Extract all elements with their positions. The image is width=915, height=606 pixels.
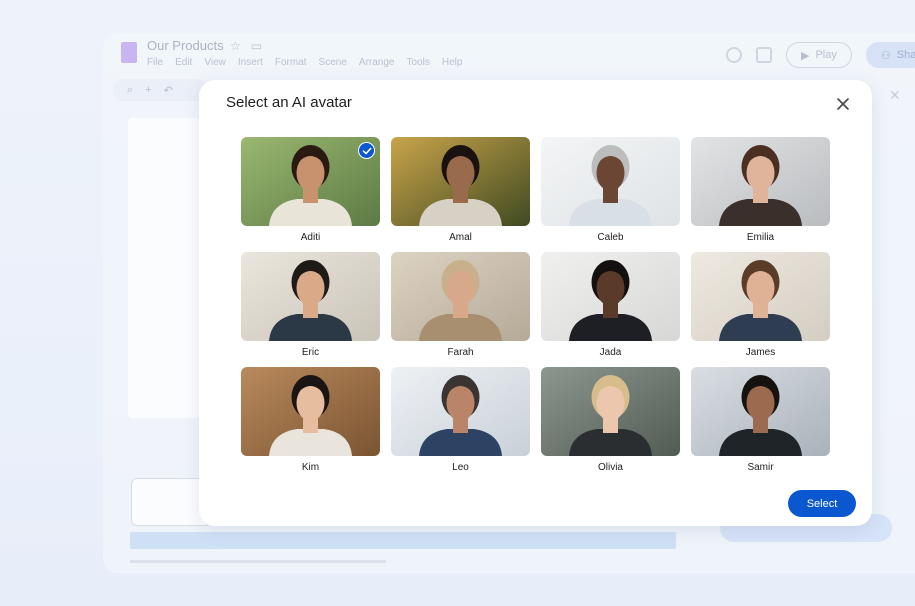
avatar-tile-jada[interactable]: Jada (541, 252, 680, 367)
avatar-name: Eric (301, 347, 320, 358)
add-icon: + (145, 84, 152, 96)
selected-check-icon (358, 142, 375, 159)
avatar-name: Leo (452, 462, 469, 473)
avatar-tile-samir[interactable]: Samir (691, 367, 830, 482)
avatar-name: Caleb (597, 232, 624, 243)
avatar-name: Farah (447, 347, 474, 358)
avatar-photo (541, 252, 680, 341)
edit-toolbar: ⌕ + ↶ (113, 79, 208, 101)
avatar-tile-emilia[interactable]: Emilia (691, 137, 830, 252)
menu-item: Edit (175, 57, 193, 68)
menu-item: Arrange (358, 57, 395, 68)
undo-icon: ↶ (163, 84, 173, 97)
scene-canvas (128, 118, 203, 418)
avatar-name: Kim (301, 462, 320, 473)
avatar-photo (541, 367, 680, 456)
avatar-name: Olivia (597, 462, 623, 473)
menu-item: Insert (237, 57, 263, 68)
dialog-title: Select an AI avatar (226, 94, 352, 111)
share-icon: ⚇ (880, 49, 891, 62)
star-icon: ☆ (230, 39, 251, 53)
avatar-photo (541, 137, 680, 226)
share-label: Share (896, 49, 915, 61)
avatar-name: Aditi (300, 232, 321, 243)
avatar-tile-olivia[interactable]: Olivia (541, 367, 680, 482)
panel-close-icon: ✕ (889, 87, 901, 103)
avatar-photo (691, 252, 830, 341)
avatar-grid: Aditi Amal Caleb Emilia Eric Farah Jada James Ki… (241, 137, 830, 482)
timeline-strip (130, 532, 676, 549)
folder-icon: ▭ (250, 39, 273, 53)
avatar-tile-farah[interactable]: Farah (391, 252, 530, 367)
menu-item: Help (441, 57, 463, 68)
avatar-tile-kim[interactable]: Kim (241, 367, 380, 482)
play-label: Play (815, 49, 837, 61)
avatar-name: James (745, 347, 776, 358)
avatar-tile-leo[interactable]: Leo (391, 367, 530, 482)
avatar-tile-amal[interactable]: Amal (391, 137, 530, 252)
play-button: ▶ Play (786, 42, 852, 68)
share-button: ⚇ Share (865, 42, 915, 68)
avatar-photo (241, 367, 380, 456)
top-right-toolbar: ▶ Play ⚇ Share (726, 42, 915, 68)
avatar-name: Jada (599, 347, 622, 358)
select-button[interactable]: Select (788, 490, 856, 517)
menu-item: Scene (318, 57, 347, 68)
avatar-name: Amal (449, 232, 472, 243)
avatar-photo (691, 367, 830, 456)
avatar-photo (391, 367, 530, 456)
avatar-name: Emilia (746, 232, 775, 243)
avatar-dialog: Select an AI avatar Aditi Amal Caleb Emilia… (199, 80, 872, 526)
menu-item: Format (274, 57, 307, 68)
avatar-photo (391, 137, 530, 226)
zoom-icon: ⌕ (127, 83, 134, 96)
play-icon: ▶ (801, 49, 810, 62)
menu-item: View (204, 57, 226, 68)
close-icon (837, 98, 849, 110)
comment-icon (756, 47, 772, 63)
title-icons: ☆▭ (230, 39, 272, 53)
timeline-line (130, 560, 386, 563)
avatar-photo (241, 252, 380, 341)
avatar-tile-james[interactable]: James (691, 252, 830, 367)
avatar-tile-aditi[interactable]: Aditi (241, 137, 380, 252)
avatar-photo (691, 137, 830, 226)
history-icon (726, 47, 742, 63)
menu-bar: File Edit View Insert Format Scene Arrange Tool… (147, 57, 462, 68)
menu-item: Tools (406, 57, 430, 68)
avatar-tile-eric[interactable]: Eric (241, 252, 380, 367)
close-button[interactable] (833, 94, 853, 114)
avatar-tile-caleb[interactable]: Caleb (541, 137, 680, 252)
avatar-name: Samir (747, 462, 774, 473)
document-title: Our Products (147, 38, 224, 53)
menu-item: File (147, 57, 164, 68)
document-icon (121, 42, 137, 63)
avatar-photo (391, 252, 530, 341)
